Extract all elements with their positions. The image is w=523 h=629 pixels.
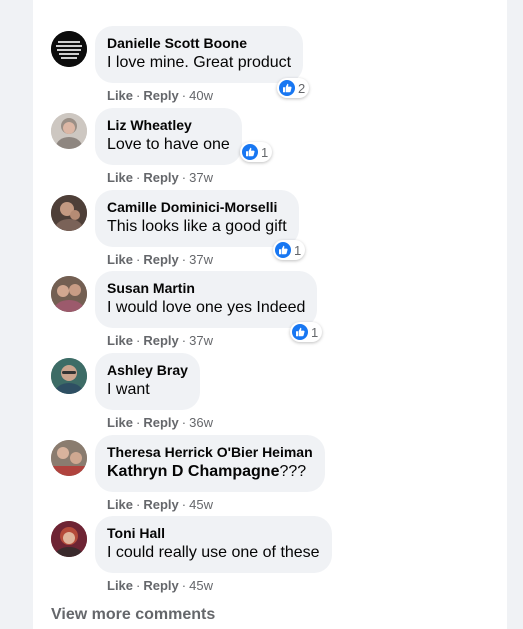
reply-button[interactable]: Reply	[143, 333, 178, 348]
separator: ·	[136, 252, 141, 267]
separator: ·	[181, 170, 187, 185]
comment-text: I love mine. Great product	[107, 54, 292, 71]
view-more-comments-link[interactable]: View more comments	[51, 606, 215, 624]
comment-author[interactable]: Theresa Herrick O'Bier Heiman	[107, 443, 313, 461]
comment-author[interactable]: Ashley Bray	[107, 361, 188, 379]
comment-bubble: Ashley Bray I want	[95, 353, 200, 410]
comment-text: I want	[107, 381, 150, 398]
separator: ·	[136, 333, 141, 348]
separator: ·	[181, 333, 187, 348]
separator: ·	[181, 415, 187, 430]
reaction-count[interactable]: 2	[277, 78, 310, 98]
comment-text: I could really use one of these	[107, 544, 320, 561]
reply-button[interactable]: Reply	[143, 578, 178, 593]
comment-timestamp[interactable]: 45w	[189, 578, 213, 593]
avatar-image	[51, 521, 87, 557]
comment-text: Love to have one	[107, 136, 230, 153]
separator: ·	[136, 415, 141, 430]
reaction-number: 1	[311, 324, 319, 340]
separator: ·	[136, 578, 141, 593]
comment-timestamp[interactable]: 40w	[189, 88, 213, 103]
reaction-count[interactable]: 1	[290, 322, 323, 342]
separator: ·	[136, 88, 141, 103]
reaction-count[interactable]: 1	[240, 142, 273, 162]
like-button[interactable]: Like	[107, 497, 133, 512]
comment-bubble: Toni Hall I could really use one of thes…	[95, 516, 332, 573]
separator: ·	[181, 252, 187, 267]
reaction-number: 2	[298, 80, 306, 96]
comment-bubble: Danielle Scott Boone I love mine. Great …	[95, 26, 304, 83]
comment-bubble: Camille Dominici-Morselli This looks lik…	[95, 190, 299, 247]
page-background-left	[0, 0, 33, 629]
comment-actions: Like · Reply · 37w	[107, 252, 213, 268]
thumbs-up-icon	[242, 144, 258, 160]
avatar-image	[51, 113, 87, 149]
mention-link[interactable]: Kathryn D Champagne	[107, 463, 279, 480]
reply-button[interactable]: Reply	[143, 497, 178, 512]
avatar-image	[51, 31, 87, 67]
like-button[interactable]: Like	[107, 88, 133, 103]
like-button[interactable]: Like	[107, 415, 133, 430]
comment-actions: Like · Reply · 45w	[107, 578, 213, 594]
like-button[interactable]: Like	[107, 578, 133, 593]
reaction-number: 1	[261, 144, 269, 160]
comment-timestamp[interactable]: 45w	[189, 497, 213, 512]
comment-actions: Like · Reply · 37w	[107, 170, 213, 186]
like-button[interactable]: Like	[107, 170, 133, 185]
separator: ·	[181, 578, 187, 593]
reply-button[interactable]: Reply	[143, 252, 178, 267]
comment-bubble: Susan Martin I would love one yes Indeed	[95, 271, 318, 328]
comment-timestamp[interactable]: 36w	[189, 415, 213, 430]
like-button[interactable]: Like	[107, 333, 133, 348]
avatar[interactable]	[51, 113, 87, 149]
thumbs-up-icon	[275, 242, 291, 258]
reply-button[interactable]: Reply	[143, 415, 178, 430]
comment-actions: Like · Reply · 40w	[107, 88, 213, 104]
comment-text: I would love one yes Indeed	[107, 299, 306, 316]
separator: ·	[181, 497, 187, 512]
avatar[interactable]	[51, 195, 87, 231]
comment-actions: Like · Reply · 45w	[107, 497, 213, 513]
comment-author[interactable]: Camille Dominici-Morselli	[107, 198, 287, 216]
reaction-count[interactable]: 1	[273, 240, 306, 260]
reaction-number: 1	[294, 242, 302, 258]
avatar-image	[51, 195, 87, 231]
separator: ·	[181, 88, 187, 103]
thumbs-up-icon	[279, 80, 295, 96]
reply-button[interactable]: Reply	[143, 170, 178, 185]
comment-bubble: Theresa Herrick O'Bier Heiman Kathryn D …	[95, 435, 325, 492]
like-button[interactable]: Like	[107, 252, 133, 267]
avatar[interactable]	[51, 521, 87, 557]
comment-text: Kathryn D Champagne???	[107, 461, 313, 483]
comment-bubble: Liz Wheatley Love to have one	[95, 108, 242, 165]
comment-timestamp[interactable]: 37w	[189, 170, 213, 185]
avatar[interactable]	[51, 358, 87, 394]
avatar[interactable]	[51, 31, 87, 67]
avatar[interactable]	[51, 276, 87, 312]
comment-author[interactable]: Susan Martin	[107, 279, 305, 297]
comment-timestamp[interactable]: 37w	[189, 252, 213, 267]
avatar[interactable]	[51, 440, 87, 476]
avatar-image	[51, 440, 87, 476]
comment-author[interactable]: Toni Hall	[107, 524, 320, 542]
reply-button[interactable]: Reply	[143, 88, 178, 103]
avatar-image	[51, 276, 87, 312]
comment-timestamp[interactable]: 37w	[189, 333, 213, 348]
avatar-image	[51, 358, 87, 394]
page-background-right	[507, 0, 523, 629]
separator: ·	[136, 170, 141, 185]
comment-text: This looks like a good gift	[107, 218, 287, 235]
comment-author[interactable]: Liz Wheatley	[107, 116, 230, 134]
thumbs-up-icon	[292, 324, 308, 340]
comment-actions: Like · Reply · 36w	[107, 415, 213, 431]
comment-author[interactable]: Danielle Scott Boone	[107, 34, 291, 52]
separator: ·	[136, 497, 141, 512]
comment-text-suffix: ???	[279, 463, 307, 480]
comment-actions: Like · Reply · 37w	[107, 333, 213, 349]
